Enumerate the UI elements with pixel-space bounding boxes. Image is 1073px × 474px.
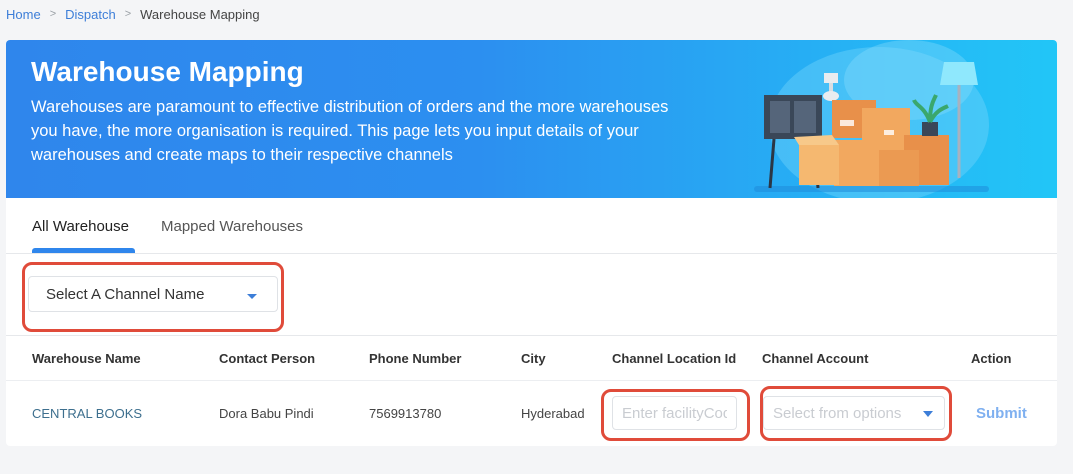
hero-banner: Warehouse Mapping Warehouses are paramou… [6,40,1057,198]
breadcrumb-dispatch-link[interactable]: Dispatch [65,7,116,22]
header-city: City [521,351,546,366]
header-contact-person: Contact Person [219,351,316,366]
channel-account-placeholder: Select from options [773,404,902,422]
filter-zone: Select A Channel Name [6,254,1057,336]
cell-warehouse-name: CENTRAL BOOKS [32,406,143,421]
tab-bar: All Warehouse Mapped Warehouses [6,198,1057,254]
warehouse-boxes-illustration [754,40,989,198]
breadcrumb-home-link[interactable]: Home [6,7,41,22]
breadcrumb-current: Warehouse Mapping [140,6,260,22]
header-warehouse-name: Warehouse Name [32,351,141,366]
header-channel-location-id: Channel Location Id [612,351,737,366]
cell-city: Hyderabad [521,406,585,421]
channel-account-select[interactable]: Select from options [763,396,945,430]
breadcrumb: Home > Dispatch > Warehouse Mapping [6,5,260,23]
channel-name-select[interactable]: Select A Channel Name [28,276,278,312]
header-phone-number: Phone Number [369,351,462,366]
table-header: Warehouse Name Contact Person Phone Numb… [6,336,1057,381]
chevron-right-icon: > [124,8,132,20]
table-row: CENTRAL BOOKS Dora Babu Pindi 7569913780… [6,381,1057,446]
tab-all-warehouse[interactable]: All Warehouse [32,218,129,235]
cell-contact-person: Dora Babu Pindi [219,406,314,421]
header-action: Action [971,351,1012,366]
tab-mapped-warehouses[interactable]: Mapped Warehouses [161,218,303,235]
facility-code-input[interactable] [612,396,737,430]
page-title: Warehouse Mapping [31,56,304,87]
chevron-right-icon: > [49,8,57,20]
active-tab-indicator [32,248,135,253]
page-description: Warehouses are paramount to effective di… [31,98,669,164]
cell-phone-number: 7569913780 [369,406,442,421]
caret-down-icon [923,411,933,417]
submit-button[interactable]: Submit [976,405,1027,422]
main-card: Warehouse Mapping Warehouses are paramou… [6,40,1057,446]
header-channel-account: Channel Account [762,351,869,366]
channel-select-label: Select A Channel Name [46,285,205,303]
caret-down-icon [247,294,257,299]
